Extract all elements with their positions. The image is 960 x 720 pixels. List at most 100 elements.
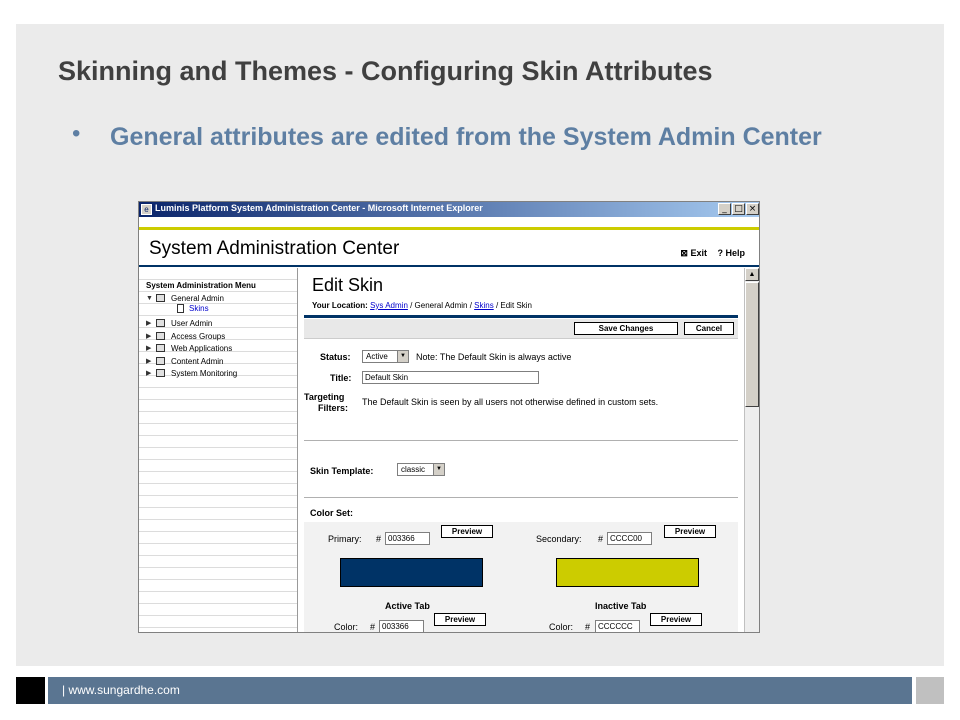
inactive-tab-color-input[interactable]: CCCCCC [595,620,640,632]
footer-black-block [16,677,45,704]
minimize-button[interactable]: _ [718,203,731,215]
save-changes-button[interactable]: Save Changes [574,322,678,335]
window-title: Luminis Platform System Administration C… [155,203,483,213]
inactive-tab-preview-button[interactable]: Preview [650,613,702,626]
primary-color-swatch [340,558,483,587]
chevron-right-icon[interactable]: ▶ [146,332,156,340]
inactive-tab-color-label: Color: [549,622,574,632]
chevron-down-icon[interactable]: ▼ [146,295,156,302]
ie-logo-icon: e [141,204,152,215]
status-label: Status: [320,352,351,362]
menu-heading: System Administration Menu [146,281,256,290]
secondary-color-swatch [556,558,699,587]
help-link[interactable]: ? Help [717,248,745,258]
menu-item-label: Access Groups [171,331,226,341]
title-input[interactable]: Default Skin [362,371,539,384]
chevron-right-icon[interactable]: ▶ [146,357,156,365]
secondary-color-input[interactable]: CCCC00 [607,532,652,545]
breadcrumb-label: Your Location: [312,301,368,310]
active-tab-preview-button[interactable]: Preview [434,613,486,626]
breadcrumb-current: / Edit Skin [493,301,532,310]
menu-item-web-applications[interactable]: ▶ Web Applications [146,342,232,354]
active-tab-color-input[interactable]: 003366 [379,620,424,632]
primary-hash: # [376,534,382,544]
menu-item-label: General Admin [171,293,224,303]
bullet-text: General attributes are edited from the S… [110,123,822,151]
status-note: Note: The Default Skin is always active [416,352,572,362]
secondary-hash: # [598,534,604,544]
scroll-thumb[interactable] [745,282,759,407]
inactive-tab-label: Inactive Tab [595,601,647,611]
section-divider [304,440,738,441]
header-accent-stripe [139,227,759,230]
maximize-button[interactable]: □ [732,203,745,215]
cancel-button[interactable]: Cancel [684,322,734,335]
folder-icon [156,369,165,377]
section-divider [304,497,738,498]
folder-icon [156,294,165,302]
title-label: Title: [330,373,352,383]
menu-item-user-admin[interactable]: ▶ User Admin [146,317,212,329]
page-title: Edit Skin [312,275,384,295]
secondary-label: Secondary: [536,534,582,544]
folder-icon [156,357,165,365]
footer-bar: | www.sungardhe.com [48,677,912,704]
window-title-bar[interactable]: e Luminis Platform System Administration… [139,202,759,217]
browser-content: System Administration Center ⊠ Exit ? He… [139,217,759,632]
primary-color-input[interactable]: 003366 [385,532,430,545]
skin-template-label: Skin Template: [310,466,374,476]
breadcrumb-sys-admin-link[interactable]: Sys Admin [370,301,408,310]
app-header-title: System Administration Center [149,238,400,259]
action-bar: Save Changes Cancel [304,319,738,339]
browser-window: e Luminis Platform System Administration… [138,201,760,633]
exit-icon: ⊠ [680,248,688,258]
help-label: Help [725,248,745,258]
chevron-right-icon[interactable]: ▶ [146,369,156,377]
targeting-text: The Default Skin is seen by all users no… [362,397,659,407]
breadcrumb-skins-link[interactable]: Skins [474,301,494,310]
menu-item-label: Content Admin [171,356,224,366]
chevron-down-icon[interactable]: ▼ [397,351,408,362]
status-select[interactable]: Active ▼ [362,350,409,363]
header-links: ⊠ Exit ? Help [672,248,745,259]
folder-icon [156,332,165,340]
menu-item-content-admin[interactable]: ▶ Content Admin [146,355,223,367]
header-divider [139,265,759,267]
secondary-preview-button[interactable]: Preview [664,525,716,538]
page-icon [177,304,184,313]
vertical-scrollbar[interactable]: ▲ [744,268,759,632]
primary-preview-button[interactable]: Preview [441,525,493,538]
admin-menu: System Administration Menu ▼ General Admi… [139,268,298,632]
chevron-right-icon[interactable]: ▶ [146,319,156,327]
color-set-label: Color Set: [310,508,354,518]
menu-sub-label: Skins [189,304,209,313]
footer-grey-block [916,677,944,704]
active-tab-hash: # [370,622,376,632]
status-select-value: Active [366,352,388,361]
primary-label: Primary: [328,534,362,544]
menu-item-general-admin[interactable]: ▼ General Admin [146,292,224,304]
panel-divider [304,315,738,318]
chevron-down-icon[interactable]: ▼ [433,464,444,475]
menu-item-label: Web Applications [171,343,233,353]
scroll-up-icon[interactable]: ▲ [745,268,759,281]
footer-url: | www.sungardhe.com [62,683,180,697]
chevron-right-icon[interactable]: ▶ [146,344,156,352]
skin-template-select[interactable]: classic ▼ [397,463,445,476]
menu-item-system-monitoring[interactable]: ▶ System Monitoring [146,367,237,379]
menu-item-label: User Admin [171,318,213,328]
slide-title: Skinning and Themes - Configuring Skin A… [58,56,713,86]
edit-skin-panel: Edit Skin Your Location: Sys Admin / Gen… [300,268,740,632]
targeting-label: Targeting [304,392,345,402]
menu-item-access-groups[interactable]: ▶ Access Groups [146,330,225,342]
folder-icon [156,344,165,352]
exit-label: Exit [690,248,707,258]
breadcrumb: Your Location: Sys Admin / General Admin… [312,301,532,310]
template-select-value: classic [401,465,426,474]
breadcrumb-text: / General Admin / [407,301,475,310]
folder-icon [156,319,165,327]
close-button[interactable]: × [746,203,759,215]
exit-link[interactable]: ⊠ Exit [680,248,707,258]
menu-item-skins[interactable]: Skins [177,304,209,313]
active-tab-color-label: Color: [334,622,359,632]
